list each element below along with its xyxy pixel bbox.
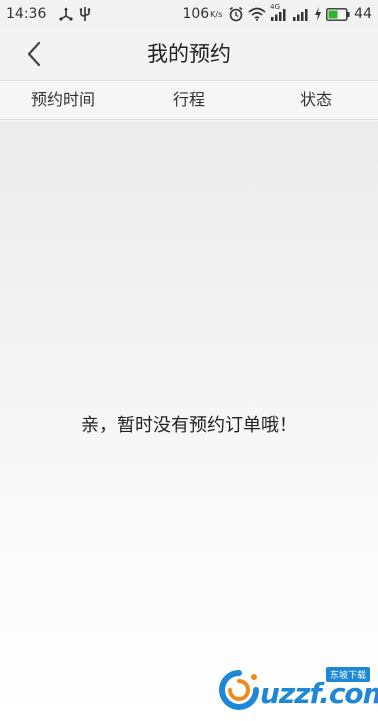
wifi-icon xyxy=(248,7,266,21)
alarm-icon xyxy=(228,6,244,22)
back-button[interactable] xyxy=(18,38,50,70)
battery-level: 44 xyxy=(354,6,372,22)
usb-debug-icon xyxy=(78,6,92,22)
signal-icon: 4G xyxy=(270,3,288,21)
network-speed: 106 xyxy=(182,6,210,22)
chevron-left-icon xyxy=(27,41,41,67)
page-title: 我的预约 xyxy=(147,42,231,66)
column-header-trip: 行程 xyxy=(172,90,205,109)
column-header-time: 预约时间 xyxy=(30,90,95,109)
status-bar-right: 106 K/s 4G 44 xyxy=(182,0,372,28)
content-area: 亲，暂时没有预约订单哦！ xyxy=(0,121,378,721)
watermark-logo: 东坡下载 uzzf.com xyxy=(214,665,378,715)
signal-icon-2 xyxy=(292,7,310,21)
charging-icon xyxy=(314,7,322,21)
status-bar-left: 14:36 xyxy=(6,0,92,28)
watermark-swirl-icon xyxy=(219,670,259,710)
battery-icon xyxy=(326,7,350,21)
column-header-status: 状态 xyxy=(299,90,332,109)
signal-tag: 4G xyxy=(270,3,281,11)
usb-icon xyxy=(58,7,74,21)
app-header: 我的预约 xyxy=(0,28,378,81)
network-speed-unit: K/s xyxy=(210,9,223,19)
watermark-text: uzzf.com xyxy=(260,677,378,710)
table-header: 预约时间 行程 状态 xyxy=(0,81,378,120)
status-bar: 14:36 106 K/s 4G 44 xyxy=(0,0,378,28)
status-time: 14:36 xyxy=(6,6,47,22)
empty-state-message: 亲，暂时没有预约订单哦！ xyxy=(81,415,297,436)
